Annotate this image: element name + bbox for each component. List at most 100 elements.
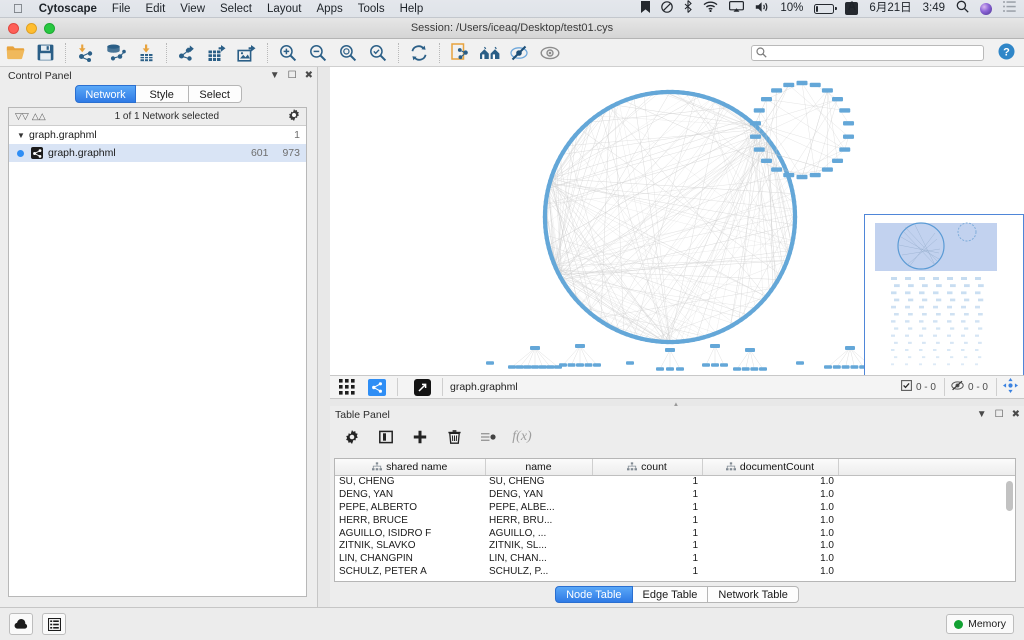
battery-icon[interactable] [814,3,837,14]
graph-node[interactable] [567,363,576,367]
close-panel-icon[interactable]: ✖ [305,70,313,81]
float-panel-icon[interactable]: ▼ [977,409,987,420]
table-cell[interactable]: HERR, BRU... [485,514,592,527]
table-cell[interactable]: 1.0 [702,488,838,501]
graph-node[interactable] [759,367,767,371]
search-input[interactable] [771,47,979,58]
graph-node[interactable] [531,365,539,369]
panel-splitter-handle[interactable]: ▲ [672,400,680,409]
menu-file[interactable]: File [112,3,131,15]
graph-node[interactable] [796,361,804,365]
table-cell[interactable]: 1 [592,552,702,565]
table-cell[interactable]: 1 [592,488,702,501]
graph-node[interactable] [832,97,844,102]
toggle-columns-icon[interactable] [378,428,394,446]
table-cell[interactable]: SU, CHENG [335,475,485,488]
siri-icon[interactable] [980,2,992,15]
graph-node[interactable] [753,147,765,152]
table-cell[interactable]: PEPE, ALBE... [485,501,592,514]
graph-node[interactable] [626,361,634,365]
column-header-count[interactable]: count [592,459,703,476]
graph-node[interactable] [845,346,855,350]
first-neighbors-icon[interactable] [475,41,505,65]
table-cell[interactable]: 1 [592,501,702,514]
network-tree-item[interactable]: graph.graphml 601 973 [9,144,306,162]
graph-node[interactable] [821,167,833,172]
bookmark-icon[interactable] [641,0,651,17]
graph-node[interactable] [575,344,585,348]
table-cell[interactable]: 1.0 [702,501,838,514]
tab-network[interactable]: Network [75,85,136,103]
graph-node[interactable] [710,344,720,348]
table-cell[interactable]: SCHULZ, P... [485,565,592,578]
table-cell[interactable]: 1.0 [702,565,838,578]
memory-status-button[interactable]: Memory [946,614,1014,634]
tab-node-table[interactable]: Node Table [555,586,633,603]
table-cell[interactable]: LIN, CHANGPIN [335,552,485,565]
menu-view[interactable]: View [180,3,205,15]
fit-network-icon[interactable] [333,41,363,65]
scrollbar-thumb[interactable] [1006,481,1013,511]
select-all-icon[interactable] [480,428,496,446]
column-header-documentcount[interactable]: documentCount [702,459,839,476]
float-panel-icon[interactable]: ▼ [270,70,280,81]
table-row[interactable]: HERR, BRUCE HERR, BRU... 1 1.0 [335,514,1015,527]
graph-node[interactable] [843,134,855,139]
volume-icon[interactable] [755,1,769,17]
table-cell[interactable]: DENG, YAN [335,488,485,501]
table-cell[interactable]: 1.0 [702,539,838,552]
graph-node[interactable] [783,172,795,178]
graph-node[interactable] [809,172,821,178]
table-row[interactable]: SU, CHENG SU, CHENG 1 1.0 [335,475,1015,488]
graph-node[interactable] [843,121,855,126]
table-cell[interactable]: 1.0 [702,552,838,565]
maximize-panel-icon[interactable]: ☐ [995,409,1004,420]
close-panel-icon[interactable]: ✖ [1012,409,1020,420]
table-cell[interactable]: HERR, BRUCE [335,514,485,527]
add-column-icon[interactable] [412,428,428,446]
table-settings-icon[interactable] [344,428,360,446]
export-image-icon[interactable] [232,41,262,65]
graph-node[interactable] [796,174,808,180]
graph-node[interactable] [584,363,593,367]
menu-apps[interactable]: Apps [317,3,343,15]
graph-node[interactable] [666,367,674,371]
table-cell[interactable] [838,527,1015,540]
tab-network-table[interactable]: Network Table [708,586,799,603]
navigator-toggle-icon[interactable] [1003,378,1018,396]
graph-node[interactable] [720,363,728,367]
tab-select[interactable]: Select [188,85,242,103]
graph-node[interactable] [821,88,833,93]
graph-node[interactable] [832,365,841,369]
bluetooth-icon[interactable] [684,0,693,17]
fit-selected-icon[interactable] [363,41,393,65]
table-cell[interactable]: 1.0 [702,514,838,527]
graph-node[interactable] [760,97,772,102]
graph-node[interactable] [702,363,710,367]
table-cell[interactable] [838,475,1015,488]
graph-node[interactable] [750,367,759,371]
graph-node[interactable] [760,158,772,163]
table-cell[interactable]: 1 [592,514,702,527]
menu-help[interactable]: Help [400,3,424,15]
graph-node[interactable] [839,108,851,113]
table-cell[interactable] [838,539,1015,552]
table-cell[interactable]: 1 [592,527,702,540]
graph-node[interactable] [809,82,821,88]
table-row[interactable]: SCHULZ, PETER A SCHULZ, P... 1 1.0 [335,565,1015,578]
graph-node[interactable] [783,82,795,88]
gear-icon[interactable] [288,109,300,124]
node-table[interactable]: shared name name count documentCount SU,… [334,458,1016,582]
menu-tools[interactable]: Tools [358,3,385,15]
table-row[interactable]: PEPE, ALBERTO PEPE, ALBE... 1 1.0 [335,501,1015,514]
notification-center-icon[interactable] [1003,1,1016,16]
column-header-shared-name[interactable]: shared name [335,459,486,476]
graph-node[interactable] [733,367,741,371]
table-cell[interactable] [838,552,1015,565]
graph-node[interactable] [538,365,547,369]
graph-node[interactable] [508,365,516,369]
table-cell[interactable]: 1.0 [702,527,838,540]
graph-node[interactable] [749,121,761,126]
graph-node[interactable] [593,363,601,367]
task-list-icon[interactable] [42,613,66,635]
